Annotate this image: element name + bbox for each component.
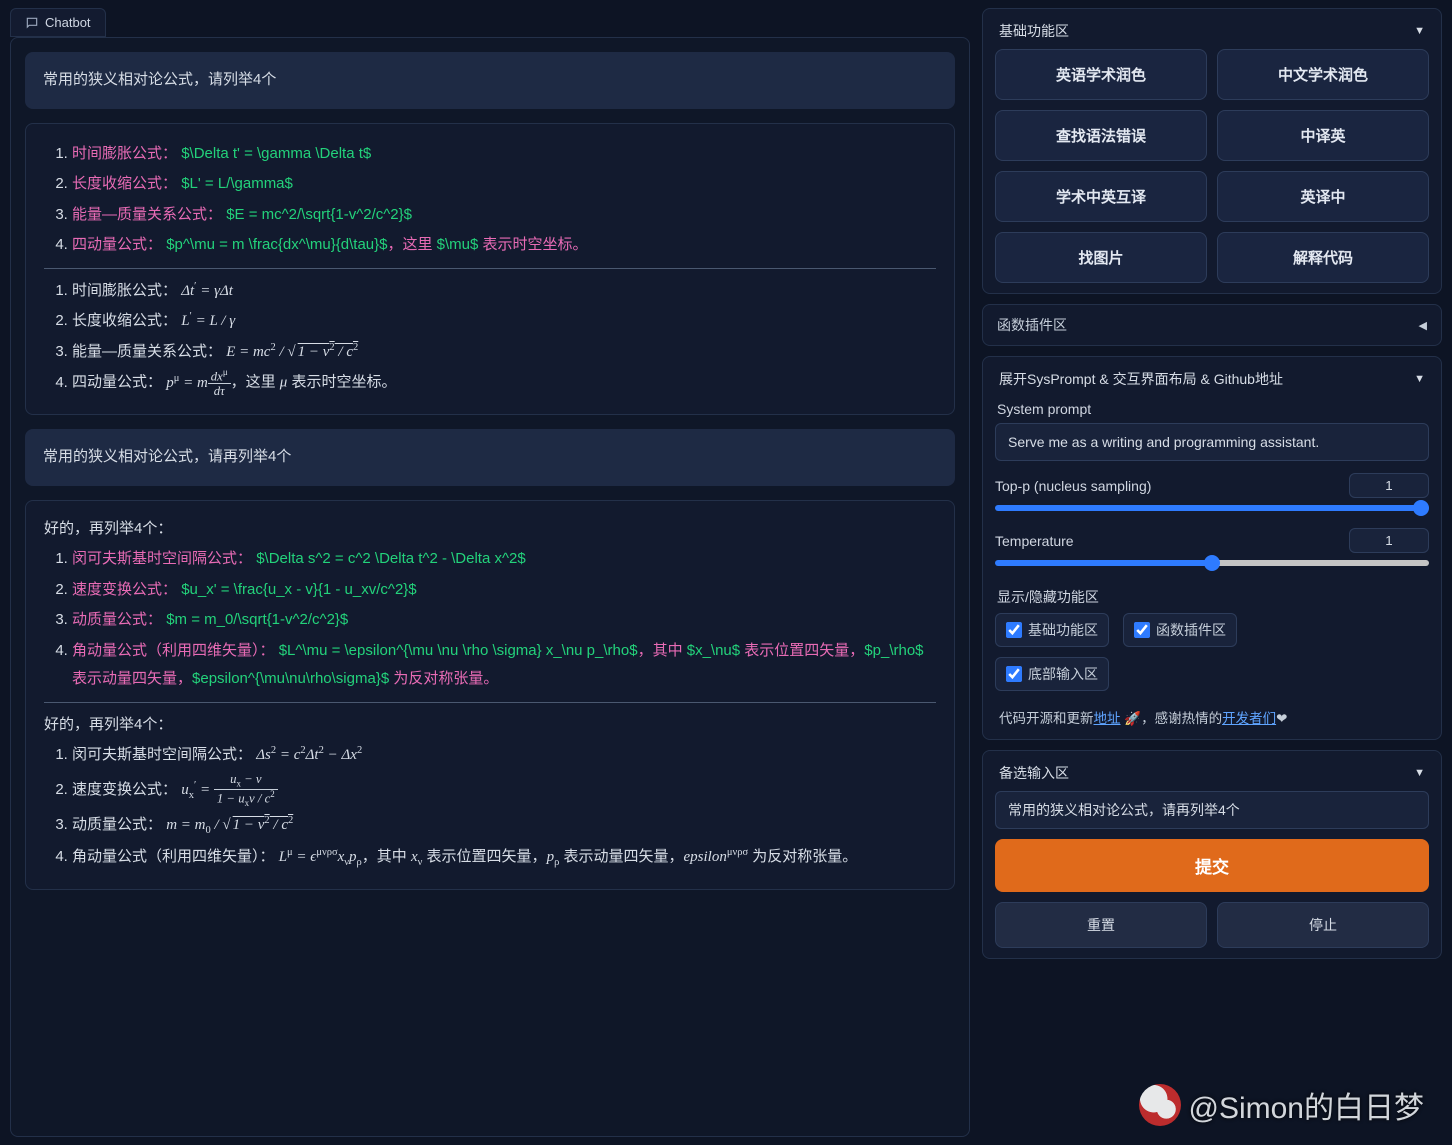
footer-line: 代码开源和更新地址 🚀，感谢热情的开发者们❤	[995, 707, 1429, 729]
panel-title: 展开SysPrompt & 交互界面布局 & Github地址	[999, 369, 1283, 389]
tab-chatbot[interactable]: Chatbot	[10, 8, 106, 37]
chat-icon	[25, 16, 39, 30]
temperature-label: Temperature	[995, 533, 1074, 549]
bot-message: 好的，再列举4个： 闵可夫斯基时空间隔公式： $\Delta s^2 = c^2…	[25, 500, 955, 890]
bot-message: 时间膨胀公式： $\Delta t' = \gamma \Delta t$ 长度…	[25, 123, 955, 416]
panel-title: 备选输入区	[999, 763, 1069, 783]
plugin-panel[interactable]: 函数插件区 ◀	[982, 304, 1442, 346]
tab-label: Chatbot	[45, 15, 91, 30]
stop-button[interactable]: 停止	[1217, 902, 1429, 948]
fn-explain-code[interactable]: 解释代码	[1217, 232, 1429, 283]
basic-function-panel: 基础功能区 ▼ 英语学术润色 中文学术润色 查找语法错误 中译英 学术中英互译 …	[982, 8, 1442, 294]
chk-basic[interactable]: 基础功能区	[995, 613, 1109, 647]
user-message: 常用的狭义相对论公式，请列举4个	[25, 52, 955, 109]
chat-area[interactable]: 常用的狭义相对论公式，请列举4个 时间膨胀公式： $\Delta t' = \g…	[10, 37, 970, 1137]
chevron-down-icon[interactable]: ▼	[1414, 25, 1425, 37]
user-message: 常用的狭义相对论公式，请再列举4个	[25, 429, 955, 486]
sysprompt-label: System prompt	[997, 401, 1427, 417]
submit-button[interactable]: 提交	[995, 839, 1429, 892]
chevron-down-icon[interactable]: ▼	[1414, 373, 1425, 385]
alt-prompt-input[interactable]	[995, 791, 1429, 829]
repo-link[interactable]: 地址	[1094, 711, 1121, 726]
toggle-label: 显示/隐藏功能区	[997, 587, 1427, 607]
topp-label: Top-p (nucleus sampling)	[995, 478, 1151, 494]
fn-find-image[interactable]: 找图片	[995, 232, 1207, 283]
fn-find-grammar[interactable]: 查找语法错误	[995, 110, 1207, 161]
rocket-icon: 🚀	[1124, 711, 1141, 726]
alt-input-panel: 备选输入区 ▼ 提交 重置 停止	[982, 750, 1442, 959]
reset-button[interactable]: 重置	[995, 902, 1207, 948]
fn-chinese-polish[interactable]: 中文学术润色	[1217, 49, 1429, 100]
chevron-down-icon[interactable]: ▼	[1414, 767, 1425, 779]
temperature-slider[interactable]	[995, 560, 1429, 566]
sysprompt-panel: 展开SysPrompt & 交互界面布局 & Github地址 ▼ System…	[982, 356, 1442, 740]
panel-title: 基础功能区	[999, 21, 1069, 41]
panel-title: 函数插件区	[997, 315, 1067, 335]
topp-slider[interactable]	[995, 505, 1429, 511]
chk-bottom-input[interactable]: 底部输入区	[995, 657, 1109, 691]
fn-zh-to-en[interactable]: 中译英	[1217, 110, 1429, 161]
chevron-left-icon[interactable]: ◀	[1419, 319, 1427, 332]
fn-english-polish[interactable]: 英语学术润色	[995, 49, 1207, 100]
sysprompt-input[interactable]	[995, 423, 1429, 461]
chk-plugin[interactable]: 函数插件区	[1123, 613, 1237, 647]
fn-en-to-zh[interactable]: 英译中	[1217, 171, 1429, 222]
heart-icon: ❤	[1276, 711, 1287, 726]
topp-value[interactable]	[1349, 473, 1429, 498]
temperature-value[interactable]	[1349, 528, 1429, 553]
fn-academic-trans[interactable]: 学术中英互译	[995, 171, 1207, 222]
devs-link[interactable]: 开发者们	[1222, 711, 1276, 726]
